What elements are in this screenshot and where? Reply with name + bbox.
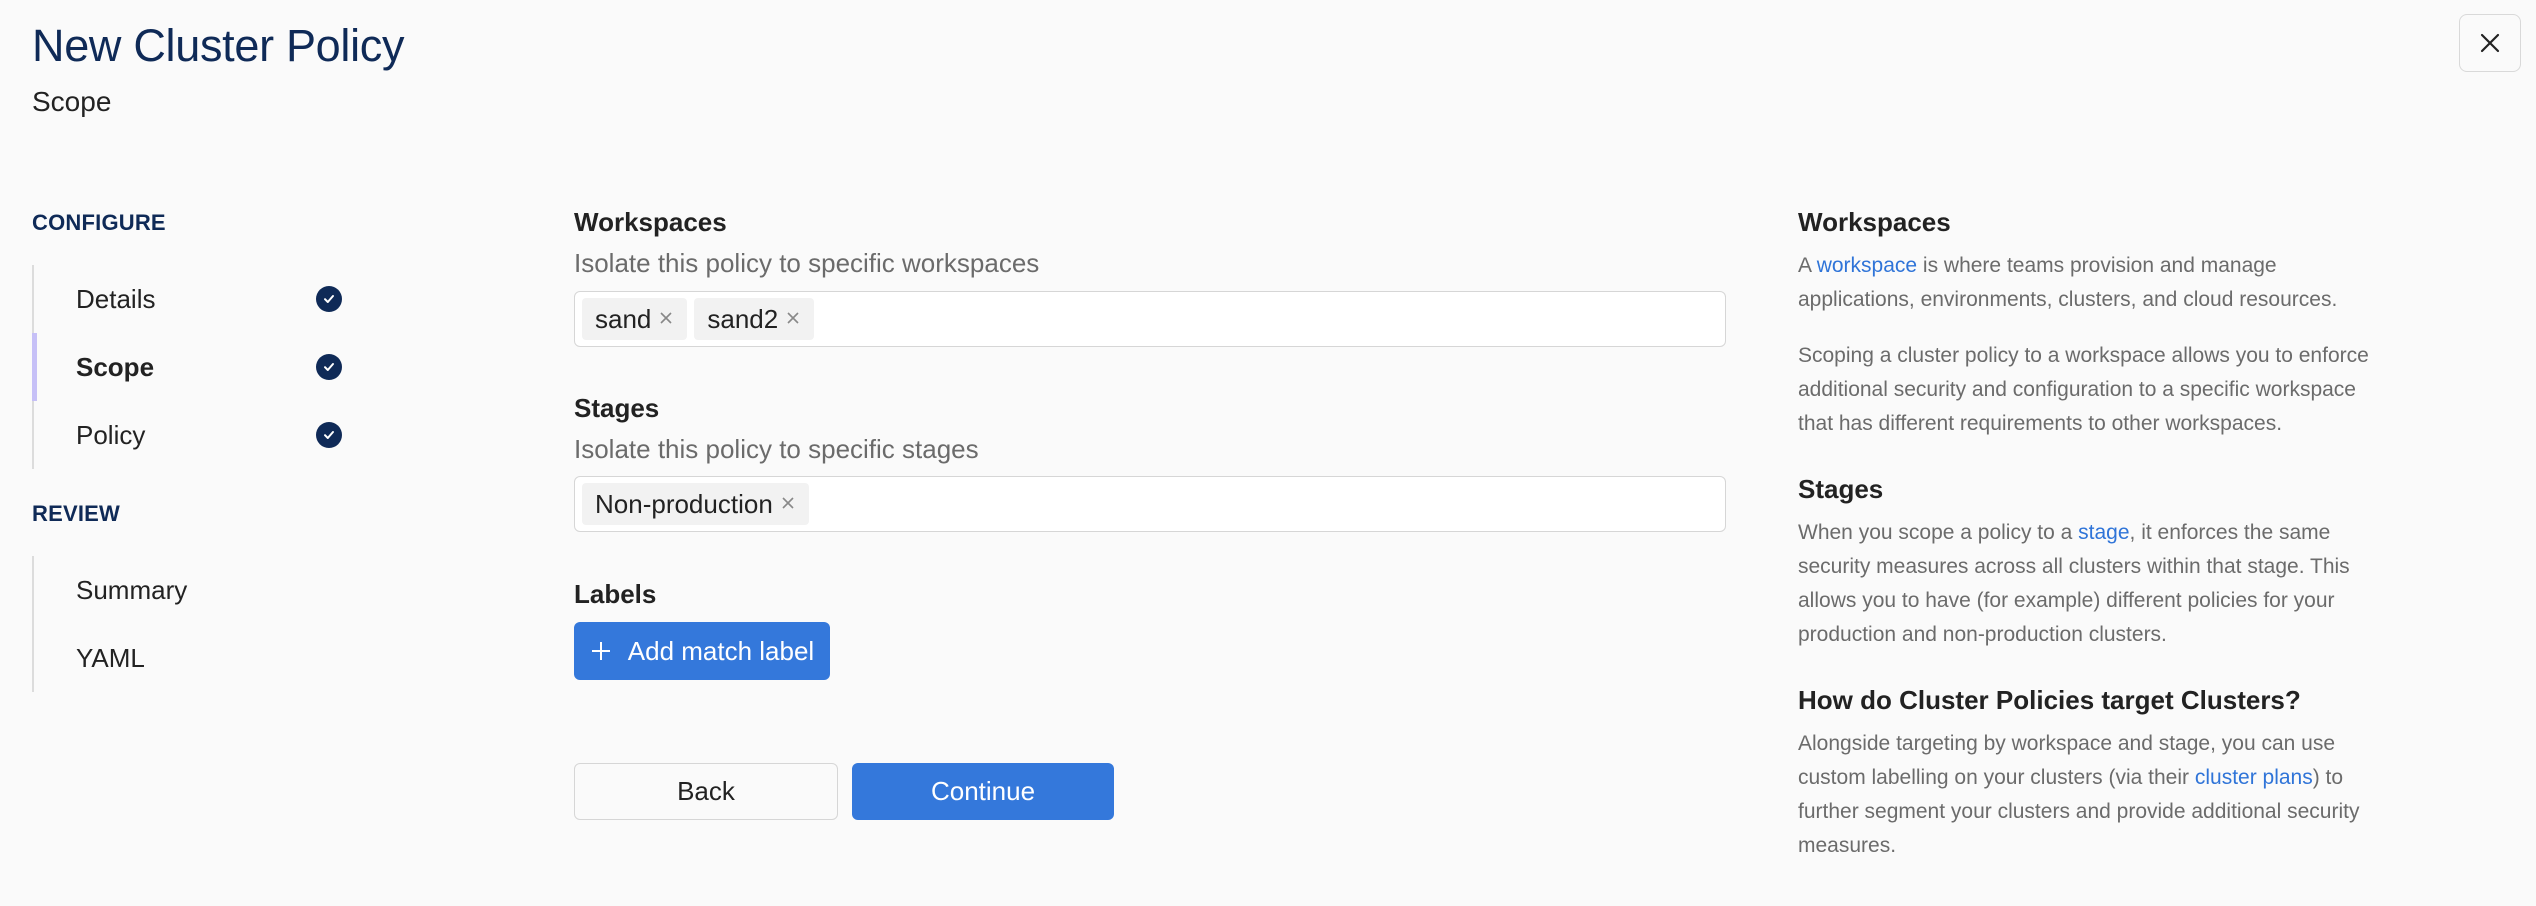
nav-section-configure: CONFIGURE bbox=[32, 210, 166, 235]
stage-link[interactable]: stage bbox=[2078, 521, 2129, 544]
stage-tag: Non-production bbox=[582, 483, 809, 525]
page-subtitle: Scope bbox=[32, 86, 112, 117]
add-match-label-text: Add match label bbox=[627, 635, 815, 666]
workspace-tag: sand2 bbox=[694, 298, 815, 340]
help-workspaces-text: A workspace is where teams provision and… bbox=[1798, 249, 2338, 317]
workspaces-help: Isolate this policy to specific workspac… bbox=[574, 248, 1040, 278]
page-title: New Cluster Policy bbox=[32, 20, 405, 71]
help-targeting-text: Alongside targeting by workspace and sta… bbox=[1798, 727, 2398, 863]
help-workspaces-scoping-text: Scoping a cluster policy to a workspace … bbox=[1798, 344, 2369, 435]
help-stages-text: When you scope a policy to a stage, it e… bbox=[1798, 516, 2373, 652]
tag-label: sand2 bbox=[707, 303, 779, 334]
remove-tag-icon[interactable] bbox=[781, 496, 797, 512]
tag-label: sand bbox=[595, 303, 652, 334]
plus-icon bbox=[590, 640, 612, 662]
nav-item-scope[interactable]: Scope bbox=[32, 333, 352, 401]
stages-help: Isolate this policy to specific stages bbox=[574, 434, 979, 464]
cluster-plans-link[interactable]: cluster plans bbox=[2195, 766, 2313, 789]
check-circle-icon bbox=[316, 354, 342, 380]
nav-item-label: YAML bbox=[76, 642, 145, 673]
nav-group-configure: Details Scope Policy bbox=[32, 265, 352, 469]
text-fragment: A bbox=[1798, 254, 1817, 277]
tag-label: Non-production bbox=[595, 488, 773, 519]
workspace-link[interactable]: workspace bbox=[1817, 254, 1917, 277]
nav-item-label: Scope bbox=[76, 351, 155, 382]
nav-item-policy[interactable]: Policy bbox=[34, 401, 352, 469]
back-button[interactable]: Back bbox=[574, 763, 838, 820]
remove-tag-icon[interactable] bbox=[786, 311, 802, 327]
help-stages-heading: Stages bbox=[1798, 474, 1884, 504]
text-fragment: When you scope a policy to a bbox=[1798, 521, 2079, 544]
workspaces-input[interactable]: sand sand2 bbox=[574, 291, 1726, 347]
remove-tag-icon[interactable] bbox=[659, 311, 675, 327]
close-icon bbox=[2479, 32, 2501, 54]
check-circle-icon bbox=[316, 422, 342, 448]
nav-item-summary[interactable]: Summary bbox=[34, 556, 352, 624]
stages-input[interactable]: Non-production bbox=[574, 476, 1726, 532]
labels-label: Labels bbox=[574, 579, 657, 609]
nav-group-review: Summary YAML bbox=[32, 556, 352, 692]
check-circle-icon bbox=[316, 286, 342, 312]
workspaces-label: Workspaces bbox=[574, 207, 727, 237]
nav-item-label: Details bbox=[76, 283, 156, 314]
help-workspaces-heading: Workspaces bbox=[1798, 207, 1951, 237]
close-button[interactable] bbox=[2459, 14, 2521, 72]
nav-item-label: Summary bbox=[76, 574, 188, 605]
stages-label: Stages bbox=[574, 393, 660, 423]
add-match-label-button[interactable]: Add match label bbox=[574, 622, 830, 680]
nav-item-label: Policy bbox=[76, 419, 146, 450]
help-targeting-heading: How do Cluster Policies target Clusters? bbox=[1798, 685, 2301, 715]
nav-item-yaml[interactable]: YAML bbox=[34, 624, 352, 692]
nav-item-details[interactable]: Details bbox=[34, 265, 352, 333]
nav-section-review: REVIEW bbox=[32, 501, 120, 526]
continue-button[interactable]: Continue bbox=[852, 763, 1114, 820]
workspace-tag: sand bbox=[582, 298, 688, 340]
